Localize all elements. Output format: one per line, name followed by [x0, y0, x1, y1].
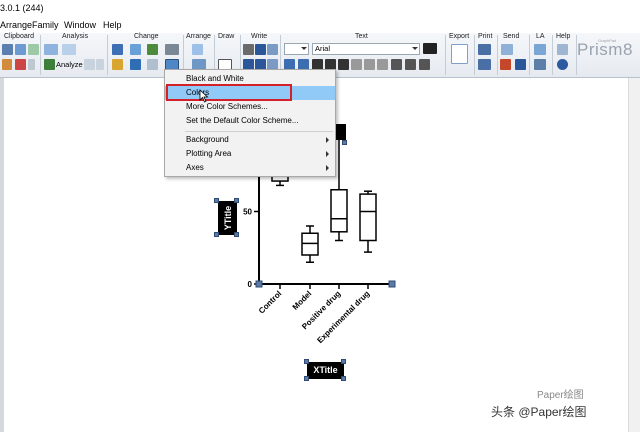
menu-item-set-default-color-scheme[interactable]: Set the Default Color Scheme...	[165, 114, 335, 128]
selection-handle[interactable]	[341, 359, 346, 364]
watermark-faint: Paper绘图	[537, 390, 584, 401]
submenu-arrow-icon	[326, 151, 329, 157]
selection-handle[interactable]	[214, 198, 219, 203]
selection-handle[interactable]	[234, 232, 239, 237]
highlight-annotation	[166, 84, 292, 101]
iqr-box	[359, 193, 377, 242]
menu-item-more-color-schemes[interactable]: More Color Schemes...	[165, 100, 335, 114]
box-2	[301, 225, 319, 263]
x-tick-label: Model	[291, 289, 314, 312]
y-tick-label: 0	[248, 280, 253, 289]
y-axis-title[interactable]: YTitle	[218, 201, 237, 235]
watermark: 头条 @Paper绘图	[491, 405, 587, 419]
mouse-cursor-icon	[199, 89, 209, 103]
selection-handle[interactable]	[214, 232, 219, 237]
prism-app: 3.0.1 (244) Arrange Family Window Help C…	[0, 0, 640, 432]
box-4	[359, 190, 377, 253]
iqr-box	[330, 189, 348, 233]
x-tick-label: Control	[257, 289, 283, 315]
x-tick-label: Experimental drug	[315, 289, 371, 345]
selection-handle[interactable]	[342, 140, 347, 145]
menu-item-plotting-area[interactable]: Plotting Area	[165, 147, 335, 161]
selection-handle[interactable]	[304, 376, 309, 381]
submenu-arrow-icon	[326, 165, 329, 171]
y-tick-label: 50	[243, 208, 252, 217]
axis-handle	[388, 280, 396, 288]
menu-item-background[interactable]: Background	[165, 133, 335, 147]
x-axis-title[interactable]: XTitle	[307, 362, 344, 379]
menu-item-axes[interactable]: Axes	[165, 161, 335, 175]
menu-separator	[185, 131, 333, 132]
selection-handle[interactable]	[304, 359, 309, 364]
selection-handle[interactable]	[234, 198, 239, 203]
axis-handle	[255, 280, 263, 288]
submenu-arrow-icon	[326, 137, 329, 143]
selection-handle[interactable]	[341, 376, 346, 381]
